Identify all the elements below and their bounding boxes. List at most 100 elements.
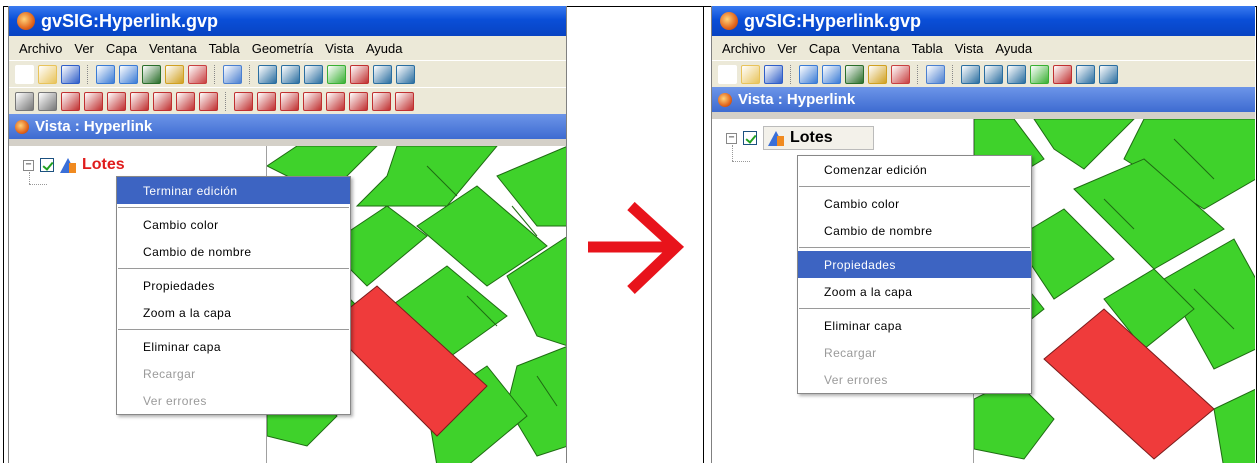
tool-icon[interactable] <box>741 64 760 84</box>
layer-row[interactable]: − Lotes <box>726 126 874 150</box>
menu-geometra[interactable]: Geometría <box>246 41 319 56</box>
tool-icon[interactable] <box>1076 64 1095 84</box>
menu-item-eliminar-capa[interactable]: Eliminar capa <box>117 333 350 360</box>
menu-vista[interactable]: Vista <box>949 41 990 56</box>
tool-icon[interactable] <box>165 64 184 84</box>
tool-icon[interactable] <box>258 64 277 84</box>
menu-item-comenzar-edici-n[interactable]: Comenzar edición <box>798 156 1031 183</box>
tool-icon[interactable] <box>38 91 57 111</box>
layer-name: Lotes <box>82 156 125 173</box>
menu-item-cambio-color[interactable]: Cambio color <box>798 190 1031 217</box>
menu-item-cambio-color[interactable]: Cambio color <box>117 211 350 238</box>
menu-ventana[interactable]: Ventana <box>846 41 906 56</box>
menu-vista[interactable]: Vista <box>319 41 360 56</box>
layer-icon <box>60 157 76 173</box>
menu-item-eliminar-capa[interactable]: Eliminar capa <box>798 312 1031 339</box>
menu-item-propiedades[interactable]: Propiedades <box>117 272 350 299</box>
tool-icon[interactable] <box>96 64 115 84</box>
tool-icon[interactable] <box>119 64 138 84</box>
toolbar-separator <box>225 91 227 111</box>
tool-icon[interactable] <box>199 91 218 111</box>
menu-ayuda[interactable]: Ayuda <box>989 41 1038 56</box>
tool-icon[interactable] <box>303 91 322 111</box>
app-title: gvSIG:Hyperlink.gvp <box>744 10 922 31</box>
menu-item-propiedades[interactable]: Propiedades <box>798 251 1031 278</box>
tool-icon[interactable] <box>281 64 300 84</box>
menu-tabla[interactable]: Tabla <box>203 41 246 56</box>
tool-icon[interactable] <box>1053 64 1072 84</box>
tool-icon[interactable] <box>84 91 103 111</box>
layer-visibility-checkbox[interactable] <box>40 158 54 172</box>
menu-item-cambio-de-nombre[interactable]: Cambio de nombre <box>798 217 1031 244</box>
menu-archivo[interactable]: Archivo <box>13 41 68 56</box>
tool-icon[interactable] <box>1007 64 1026 84</box>
tool-icon[interactable] <box>961 64 980 84</box>
tool-icon[interactable] <box>257 91 276 111</box>
toolbar-main <box>712 60 1255 87</box>
tool-icon[interactable] <box>372 91 391 111</box>
menu-capa[interactable]: Capa <box>100 41 143 56</box>
collapse-icon[interactable]: − <box>726 132 737 144</box>
tool-icon[interactable] <box>349 91 368 111</box>
menu-ventana[interactable]: Ventana <box>143 41 203 56</box>
tool-icon[interactable] <box>234 91 253 111</box>
tool-icon[interactable] <box>280 91 299 111</box>
menu-item-terminar-edici-n[interactable]: Terminar edición <box>117 177 350 204</box>
tool-icon[interactable] <box>304 64 323 84</box>
tool-icon[interactable] <box>764 64 783 84</box>
menu-archivo[interactable]: Archivo <box>716 41 771 56</box>
tree-line <box>732 161 750 162</box>
menu-ver[interactable]: Ver <box>68 41 100 56</box>
tool-icon[interactable] <box>373 64 392 84</box>
tool-icon[interactable] <box>107 91 126 111</box>
layer-entry[interactable]: Lotes <box>763 126 874 150</box>
menu-capa[interactable]: Capa <box>803 41 846 56</box>
tool-icon[interactable] <box>223 64 242 84</box>
tool-icon[interactable] <box>38 64 57 84</box>
tool-icon[interactable] <box>891 64 910 84</box>
layer-row[interactable]: − Lotes <box>23 156 125 174</box>
tool-icon[interactable] <box>130 91 149 111</box>
toolbar-edit <box>9 87 566 114</box>
menu-ayuda[interactable]: Ayuda <box>360 41 409 56</box>
toolbar-separator <box>917 64 919 84</box>
gvsig-logo-icon <box>720 12 738 30</box>
menu-item-ver-errores: Ver errores <box>824 372 888 387</box>
tool-icon[interactable] <box>868 64 887 84</box>
menu-item-zoom-a-la-capa[interactable]: Zoom a la capa <box>117 299 350 326</box>
layer-name: Lotes <box>790 129 833 146</box>
tool-icon[interactable] <box>15 91 34 111</box>
toolbar-separator <box>249 64 251 84</box>
tool-icon[interactable] <box>326 91 345 111</box>
menu-item-cambio-de-nombre[interactable]: Cambio de nombre <box>117 238 350 265</box>
tool-icon[interactable] <box>984 64 1003 84</box>
tool-icon[interactable] <box>15 64 34 84</box>
arrow-right-icon <box>588 201 685 294</box>
view-logo-icon <box>15 119 29 134</box>
menu-item-recargar: Recargar <box>824 345 877 360</box>
tool-icon[interactable] <box>61 64 80 84</box>
tool-icon[interactable] <box>1030 64 1049 84</box>
tool-icon[interactable] <box>718 64 737 84</box>
menu-tabla[interactable]: Tabla <box>906 41 949 56</box>
tool-icon[interactable] <box>1099 64 1118 84</box>
tool-icon[interactable] <box>153 91 172 111</box>
tool-icon[interactable] <box>845 64 864 84</box>
tool-icon[interactable] <box>822 64 841 84</box>
tool-icon[interactable] <box>61 91 80 111</box>
tool-icon[interactable] <box>142 64 161 84</box>
collapse-icon[interactable]: − <box>23 159 34 171</box>
tool-icon[interactable] <box>327 64 346 84</box>
tool-icon[interactable] <box>350 64 369 84</box>
selected-parcel[interactable] <box>1043 308 1215 460</box>
tool-icon[interactable] <box>395 91 414 111</box>
menu-ver[interactable]: Ver <box>771 41 803 56</box>
tool-icon[interactable] <box>396 64 415 84</box>
tool-icon[interactable] <box>799 64 818 84</box>
tool-icon[interactable] <box>188 64 207 84</box>
layer-visibility-checkbox[interactable] <box>743 131 757 145</box>
tool-icon[interactable] <box>926 64 945 84</box>
tool-icon[interactable] <box>176 91 195 111</box>
menu-item-zoom-a-la-capa[interactable]: Zoom a la capa <box>798 278 1031 305</box>
menubar: Archivo Ver Capa Ventana Tabla Vista Ayuda <box>712 36 1255 60</box>
